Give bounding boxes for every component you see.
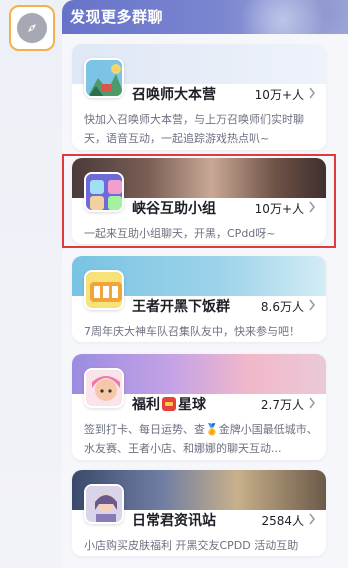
group-name: 召唤师大本营 xyxy=(132,87,216,103)
group-card[interactable]: 王者开黑下饭群 8.6万人 7周年庆大神车队召集队友中，快来参与吧！ xyxy=(72,256,326,342)
member-count: 2584人 xyxy=(261,514,304,528)
group-description: 签到打卡、每日运势、查🏅金牌小国最低城市、水友赛、王者小店、和娜娜的聊天互动..… xyxy=(84,423,318,455)
group-description: 7周年庆大神车队召集队友中，快来参与吧！ xyxy=(84,325,300,338)
group-name: 王者开黑下饭群 xyxy=(132,299,230,315)
group-avatar xyxy=(84,58,124,98)
group-card[interactable]: 召唤师大本营 10万+人 快加入召唤师大本营，与上万召唤师们实时聊天，语音互动，… xyxy=(72,44,326,150)
member-count: 10万+人 xyxy=(254,88,304,102)
member-count: 2.7万人 xyxy=(260,398,304,412)
group-name: 福利 星球 xyxy=(132,397,206,413)
chevron-right-icon xyxy=(309,397,316,409)
header-decoration xyxy=(238,0,348,34)
group-avatar xyxy=(84,270,124,310)
discover-panel: 发现更多群聊 召唤师大本营 10万+人 快加入召唤师大本营，与上万召唤师们实时聊… xyxy=(62,0,348,568)
compass-icon xyxy=(17,13,47,43)
group-name: 峡谷互助小组 xyxy=(132,201,216,217)
group-list[interactable]: 召唤师大本营 10万+人 快加入召唤师大本营，与上万召唤师们实时聊天，语音互动，… xyxy=(62,34,348,568)
chevron-right-icon xyxy=(309,201,316,213)
group-card[interactable]: 峡谷互助小组 10万+人 一起来互助小组聊天，开黑，CPdd呀~ xyxy=(72,158,326,244)
group-description: 一起来互助小组聊天，开黑，CPdd呀~ xyxy=(84,227,276,240)
member-count: 8.6万人 xyxy=(260,300,304,314)
group-card[interactable]: 日常君资讯站 2584人 小店购买皮肤福利 开黑交友CPDD 活动互助 xyxy=(72,470,326,556)
panel-header: 发现更多群聊 xyxy=(62,0,348,34)
group-name: 日常君资讯站 xyxy=(132,513,216,529)
chevron-right-icon xyxy=(309,87,316,99)
group-avatar xyxy=(84,368,124,408)
group-avatar xyxy=(84,484,124,524)
panel-title: 发现更多群聊 xyxy=(70,8,164,26)
group-card[interactable]: 福利 星球 2.7万人 签到打卡、每日运势、查🏅金牌小国最低城市、水友赛、王者小店… xyxy=(72,354,326,460)
left-rail xyxy=(0,0,62,568)
group-description: 小店购买皮肤福利 开黑交友CPDD 活动互助 xyxy=(84,539,299,552)
discover-button[interactable] xyxy=(9,5,55,51)
red-envelope-icon xyxy=(162,397,176,411)
group-avatar xyxy=(84,172,124,212)
group-description: 快加入召唤师大本营，与上万召唤师们实时聊天，语音互动，一起追踪游戏热点叭~ xyxy=(84,113,304,145)
chevron-right-icon xyxy=(309,299,316,311)
chevron-right-icon xyxy=(309,513,316,525)
member-count: 10万+人 xyxy=(254,202,304,216)
